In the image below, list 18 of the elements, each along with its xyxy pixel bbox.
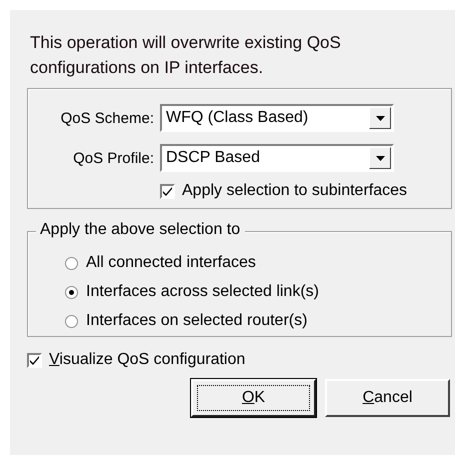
radio-label: Interfaces across selected link(s) <box>86 283 319 301</box>
field-label: QoS Profile: <box>72 150 155 166</box>
message-text: This operation will overwrite existing QoS configurations on IP interfaces. <box>29 32 342 79</box>
dropdown[interactable]: DSCP Based <box>160 144 394 172</box>
radio-label: All connected interfaces <box>86 254 256 272</box>
checkbox-label: Apply selection to subinterfaces <box>182 182 408 200</box>
checkbox[interactable] <box>27 352 42 368</box>
radio-label: Interfaces on selected router(s) <box>86 312 308 330</box>
ok-button[interactable]: OK <box>191 379 316 417</box>
checkbox-label: Visualize QoS configuration <box>49 351 246 369</box>
radio-button[interactable] <box>65 286 78 298</box>
checkbox[interactable] <box>160 184 175 198</box>
radio-button[interactable] <box>65 314 78 328</box>
field-label: QoS Scheme: <box>60 110 155 126</box>
dropdown[interactable]: WFQ (Class Based) <box>160 104 394 132</box>
cancel-button[interactable]: Cancel <box>325 379 450 417</box>
radio-button[interactable] <box>65 256 78 270</box>
group-legend: Apply the above selection to <box>36 221 246 239</box>
